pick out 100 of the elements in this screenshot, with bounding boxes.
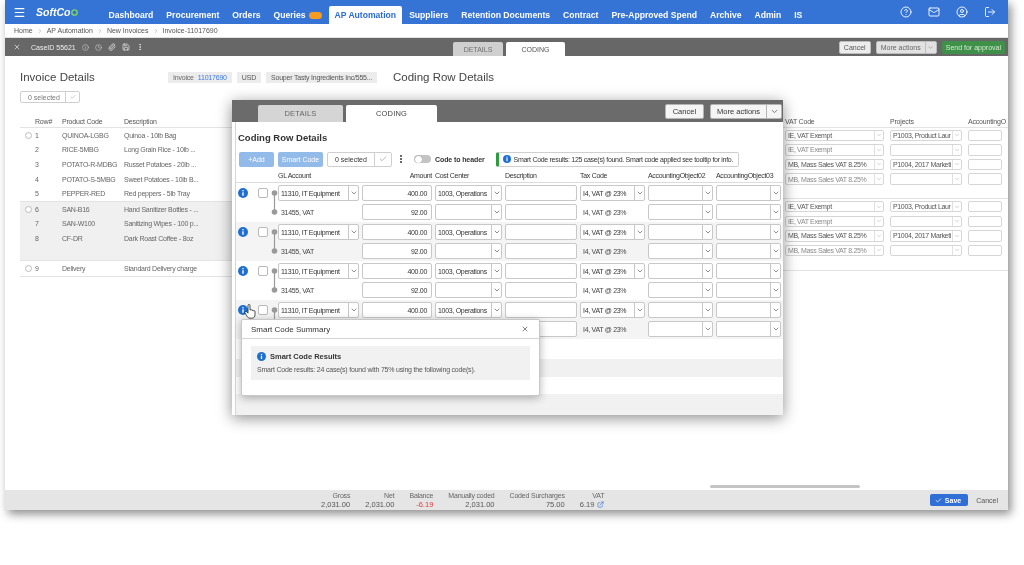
- row-checkbox[interactable]: [25, 205, 32, 213]
- logo-ring-icon: [71, 8, 79, 16]
- chevron-down-icon: [703, 306, 712, 314]
- nav-tab[interactable]: Pre-Approved Spend: [605, 6, 703, 24]
- info-icon[interactable]: [238, 188, 248, 198]
- info-icon[interactable]: [238, 266, 248, 276]
- nav-tab[interactable]: Procurement: [160, 6, 226, 24]
- chevron-down-icon: [954, 247, 960, 254]
- nav-tab[interactable]: IS: [788, 6, 809, 24]
- toggle-switch[interactable]: [414, 155, 431, 163]
- chevron-down-icon: [876, 161, 882, 168]
- horizontal-scrollbar[interactable]: [710, 485, 860, 488]
- section-title: Coding Row Details: [238, 132, 328, 143]
- nav-tab[interactable]: Archive: [703, 6, 748, 24]
- chevron-down-icon: [876, 203, 882, 210]
- accounting-object-select[interactable]: [648, 302, 713, 318]
- help-icon[interactable]: [900, 6, 912, 18]
- row-checkbox[interactable]: [258, 227, 268, 237]
- dropdown-field[interactable]: [890, 244, 962, 257]
- description-input[interactable]: [505, 282, 577, 298]
- cost-center-select[interactable]: [435, 204, 502, 220]
- chevron-down-icon: [703, 325, 712, 333]
- description-input[interactable]: [505, 263, 577, 279]
- accounting-object-select[interactable]: [648, 263, 713, 279]
- external-link-icon[interactable]: [597, 500, 605, 508]
- row-checkbox[interactable]: [25, 131, 32, 139]
- check-icon: [69, 94, 76, 100]
- text-field[interactable]: [968, 144, 1002, 156]
- chevron-down-icon: [954, 203, 960, 210]
- chevron-down-icon: [954, 161, 960, 168]
- accounting-object-select[interactable]: [716, 321, 781, 337]
- logout-icon[interactable]: [984, 6, 996, 18]
- chevron-down-icon: [492, 228, 501, 236]
- chevron-down-icon: [771, 267, 780, 275]
- row-checkbox[interactable]: [258, 305, 268, 315]
- mail-icon[interactable]: [928, 6, 940, 18]
- chevron-down-icon: [635, 306, 644, 314]
- close-icon[interactable]: [521, 325, 529, 333]
- paperclip-icon[interactable]: [107, 43, 116, 51]
- text-field[interactable]: [968, 158, 1002, 171]
- text-field[interactable]: [968, 244, 1002, 257]
- user-icon[interactable]: [956, 6, 968, 18]
- description-input[interactable]: [505, 224, 577, 240]
- accounting-object-select[interactable]: [648, 204, 713, 220]
- nav-tab[interactable]: Admin: [748, 6, 788, 24]
- clock-icon[interactable]: [94, 43, 102, 51]
- menu-icon[interactable]: [13, 5, 26, 19]
- chevron-down-icon: [349, 189, 358, 197]
- chevron-down-icon: [703, 208, 712, 216]
- nav-tab[interactable]: AP Automation: [328, 6, 403, 24]
- text-field[interactable]: [968, 200, 1002, 213]
- description-input[interactable]: [505, 302, 577, 318]
- accounting-object-select[interactable]: [648, 282, 713, 298]
- nav-tab[interactable]: Contract: [557, 6, 605, 24]
- accounting-object-select[interactable]: [716, 263, 781, 279]
- accounting-object-select[interactable]: [648, 224, 713, 240]
- check-icon: [379, 155, 387, 163]
- accounting-object-select[interactable]: [648, 243, 713, 259]
- text-field[interactable]: [968, 215, 1002, 227]
- accounting-object-select[interactable]: [716, 282, 781, 298]
- row-checkbox[interactable]: [258, 266, 268, 276]
- accounting-object-select[interactable]: [716, 185, 781, 201]
- row-checkbox[interactable]: [258, 188, 268, 198]
- text-field[interactable]: [968, 173, 1002, 185]
- description-input[interactable]: [505, 204, 577, 220]
- panel-title: Invoice Details: [20, 70, 95, 84]
- info-icon[interactable]: [238, 227, 248, 237]
- chevron-down-icon: [349, 306, 358, 314]
- chevron-down-icon: [771, 286, 780, 294]
- chevron-down-icon: [492, 286, 501, 294]
- save-icon[interactable]: [121, 43, 130, 51]
- chevron-down-icon: [492, 247, 501, 255]
- accounting-object-select[interactable]: [648, 321, 713, 337]
- accounting-object-select[interactable]: [716, 243, 781, 259]
- description-input[interactable]: [505, 243, 577, 259]
- info-icon: [502, 155, 511, 163]
- cost-center-select[interactable]: [435, 243, 502, 259]
- dropdown-field[interactable]: [890, 144, 962, 156]
- chevron-down-icon: [771, 189, 780, 197]
- nav-tab[interactable]: Dashboard: [102, 6, 160, 24]
- accounting-object-select[interactable]: [648, 185, 713, 201]
- chevron-down-icon: [876, 176, 882, 183]
- accounting-object-select[interactable]: [716, 302, 781, 318]
- chevron-down-icon: [635, 228, 644, 236]
- chevron-down-icon: [771, 306, 780, 314]
- description-input[interactable]: [505, 185, 577, 201]
- accounting-object-select[interactable]: [716, 224, 781, 240]
- accounting-object-select[interactable]: [716, 204, 781, 220]
- text-field[interactable]: [968, 230, 1002, 242]
- row-checkbox[interactable]: [25, 265, 32, 273]
- chevron-down-icon: [349, 267, 358, 275]
- text-field[interactable]: [968, 129, 1002, 142]
- nav-tab[interactable]: Suppliers: [403, 6, 455, 24]
- dropdown-field[interactable]: [890, 173, 962, 185]
- nav-tab[interactable]: Orders: [226, 6, 267, 24]
- chevron-down-icon: [771, 228, 780, 236]
- dropdown-field[interactable]: [890, 215, 962, 227]
- cost-center-select[interactable]: [435, 282, 502, 298]
- nav-tab[interactable]: Retention Documents: [455, 6, 557, 24]
- nav-tab[interactable]: Queries: [267, 6, 328, 24]
